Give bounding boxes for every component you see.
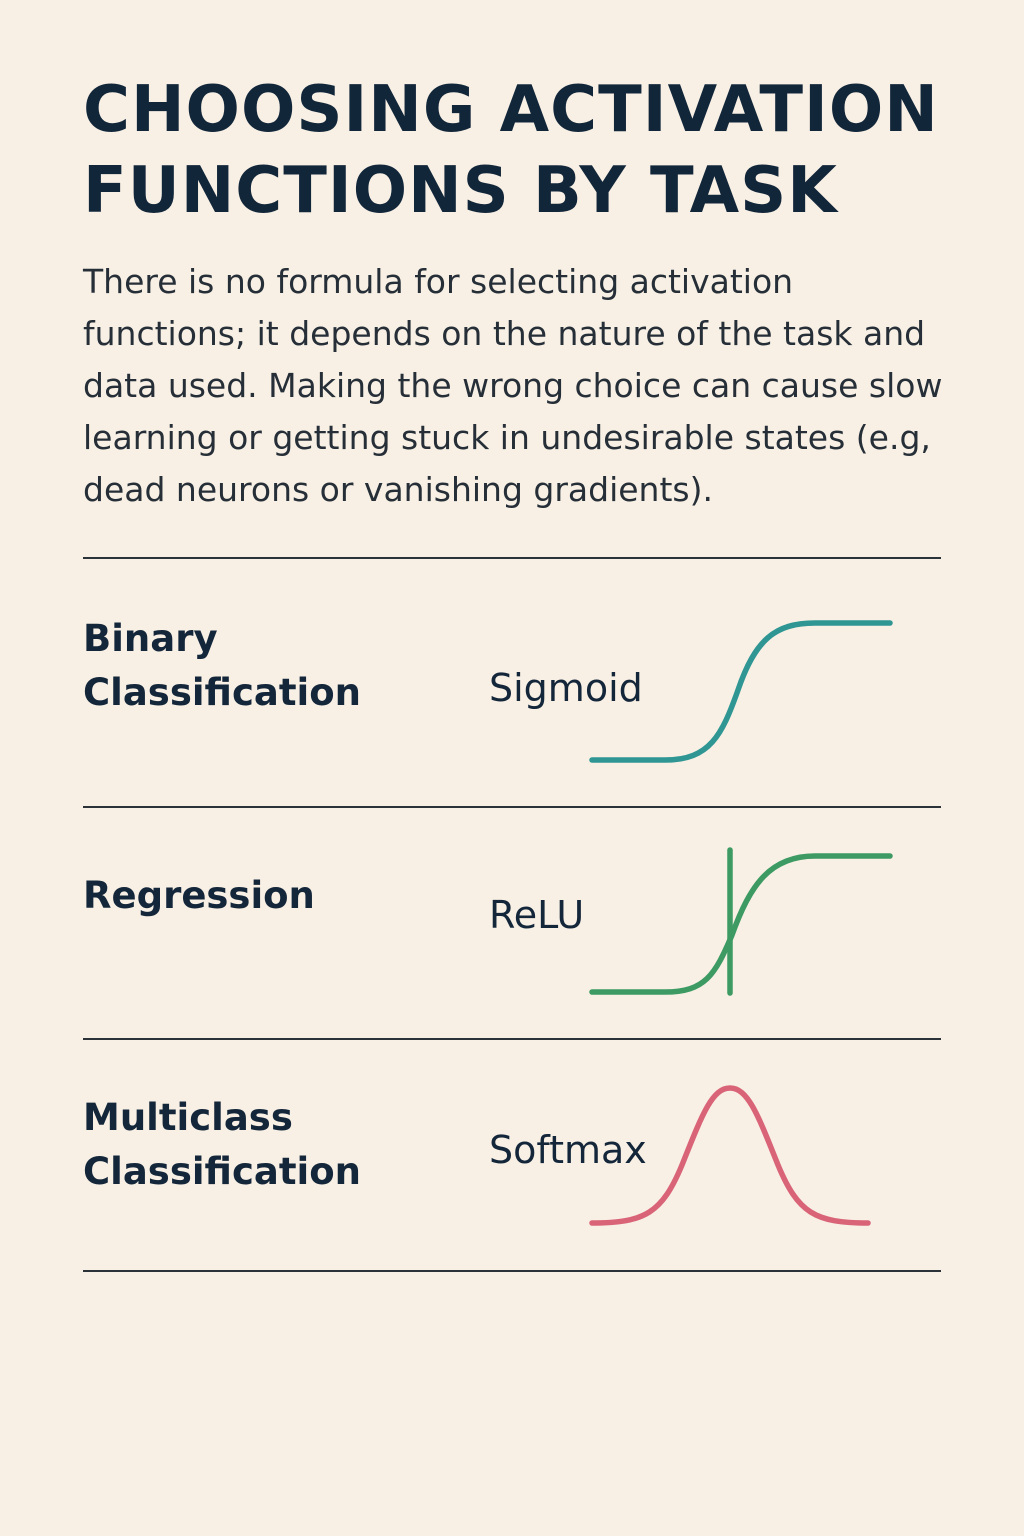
divider-2 (83, 1038, 941, 1040)
page-title-line-2: FUNCTIONS BY TASK (83, 154, 838, 228)
task-label-line-2: Classification (83, 671, 361, 714)
softmax-curve-icon (589, 1085, 871, 1226)
softmax-curve-line (589, 1085, 871, 1226)
task-label-regression: Regression (83, 869, 423, 923)
infographic-page: CHOOSING ACTIVATION FUNCTIONS BY TASK Th… (0, 0, 1024, 1536)
task-label-binary-classification: Binary Classification (83, 612, 423, 720)
divider-1 (83, 806, 941, 808)
relu-curve-icon (589, 847, 893, 996)
relu-curve-line (589, 853, 893, 995)
task-label-multiclass-classification: Multiclass Classification (83, 1091, 423, 1199)
task-label-line-1: Multiclass (83, 1096, 293, 1139)
task-label-line-2: Classification (83, 1150, 361, 1193)
page-title-line-1: CHOOSING ACTIVATION (83, 73, 939, 147)
divider-bottom (83, 1270, 941, 1272)
task-label-line-1: Regression (83, 874, 315, 917)
sigmoid-curve-line (589, 620, 893, 763)
sigmoid-curve-icon (589, 620, 893, 763)
divider-top (83, 557, 941, 559)
intro-paragraph: There is no formula for selecting activa… (83, 262, 943, 509)
page-title: CHOOSING ACTIVATION FUNCTIONS BY TASK (83, 70, 963, 232)
task-label-line-1: Binary (83, 617, 218, 660)
